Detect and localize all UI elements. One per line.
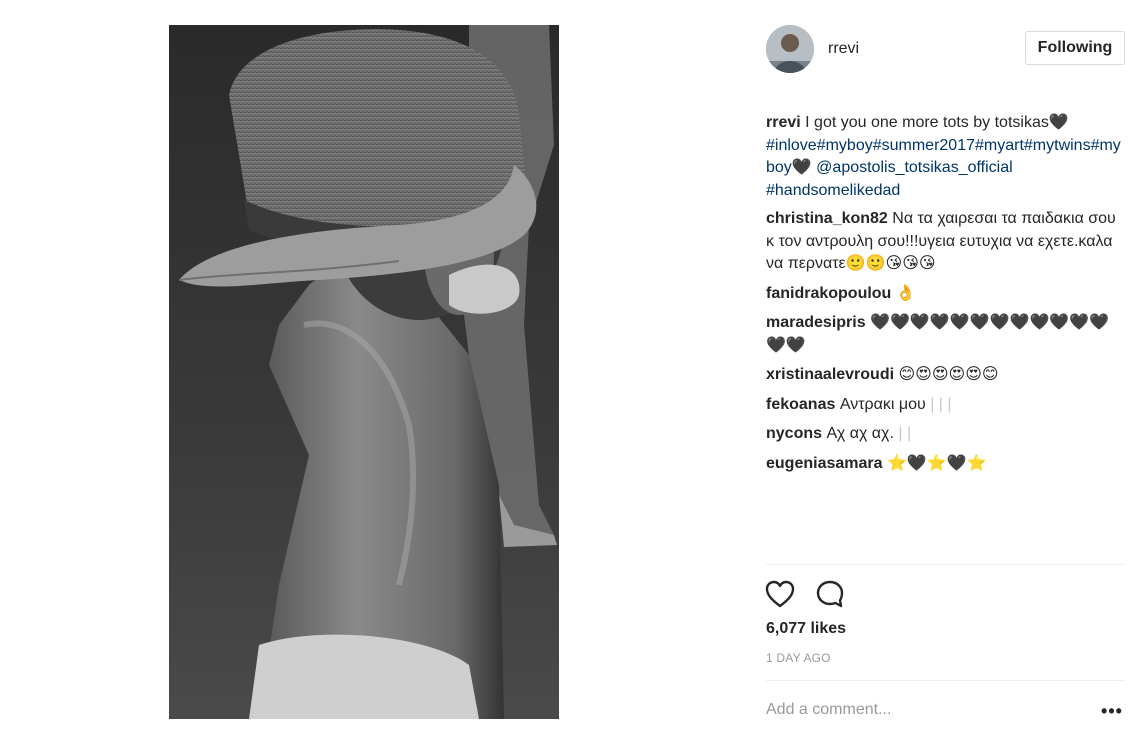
comment-item: maradesipris 🖤🖤🖤🖤🖤🖤🖤🖤🖤🖤🖤🖤🖤🖤 — [766, 312, 1124, 357]
speech-bubble-icon[interactable] — [814, 578, 846, 610]
caption-heart: 🖤 — [791, 159, 812, 176]
comment-username[interactable]: maradesipris — [766, 314, 866, 331]
caption-last-hashtag[interactable]: #handsomelikedad — [766, 182, 900, 199]
post-date[interactable]: 1 DAY AGO — [766, 651, 831, 665]
comment-username[interactable]: christina_kon82 — [766, 210, 888, 227]
post-photo-image — [169, 25, 559, 719]
comments-list: rrevi I got you one more tots by totsika… — [766, 112, 1124, 482]
comment-username[interactable]: eugeniasamara — [766, 455, 883, 472]
comment-text: 👌 — [895, 284, 916, 302]
comment-username[interactable]: fanidrakopoulou — [766, 285, 891, 302]
caption-username[interactable]: rrevi — [766, 114, 801, 131]
heart-outline-icon[interactable] — [764, 578, 796, 610]
comment-item: christina_kon82 Να τα χαιρεσαι τα παιδακ… — [766, 208, 1124, 276]
divider — [766, 564, 1124, 565]
divider — [766, 680, 1124, 681]
post-caption: rrevi I got you one more tots by totsika… — [766, 112, 1124, 202]
comment-text: ⭐🖤⭐🖤⭐ — [886, 454, 987, 472]
post-header: rrevi Following — [754, 22, 1136, 74]
add-comment-input[interactable] — [766, 697, 1086, 723]
comment-item: eugeniasamara ⭐🖤⭐🖤⭐ — [766, 453, 1124, 476]
comment-text: Αντρακι μου — [839, 395, 926, 413]
comment-unrendered-glyphs: | | | — [930, 395, 952, 413]
avatar[interactable] — [766, 25, 814, 73]
comment-text: Αχ αχ αχ. — [826, 425, 894, 442]
owner-username[interactable]: rrevi — [828, 40, 859, 58]
caption-mention[interactable]: @apostolis_totsikas_official — [816, 159, 1013, 176]
comment-item: fanidrakopoulou 👌 — [766, 283, 1124, 306]
comment-username[interactable]: xristinaalevroudi — [766, 366, 894, 383]
comment-item: fekoanas Αντρακι μου | | | — [766, 394, 1124, 417]
comment-unrendered-glyphs: | | — [898, 425, 912, 442]
comment-item: nycons Αχ αχ αχ. | | — [766, 423, 1124, 446]
caption-text: I got you one more tots by totsikas🖤 — [805, 114, 1069, 131]
post-sidebar: rrevi Following rrevi I got you one more… — [754, 0, 1136, 730]
comment-username[interactable]: fekoanas — [766, 396, 835, 413]
ellipsis-icon[interactable]: ••• — [1100, 700, 1124, 722]
post-photo[interactable] — [169, 25, 559, 719]
comment-item: xristinaalevroudi 😊😍😍😍😍😊 — [766, 364, 1124, 387]
comment-username[interactable]: nycons — [766, 425, 822, 442]
likes-count[interactable]: 6,077 likes — [766, 620, 846, 638]
comment-text: 😊😍😍😍😍😊 — [898, 366, 999, 383]
following-button[interactable]: Following — [1025, 31, 1125, 65]
avatar-image — [766, 25, 814, 73]
